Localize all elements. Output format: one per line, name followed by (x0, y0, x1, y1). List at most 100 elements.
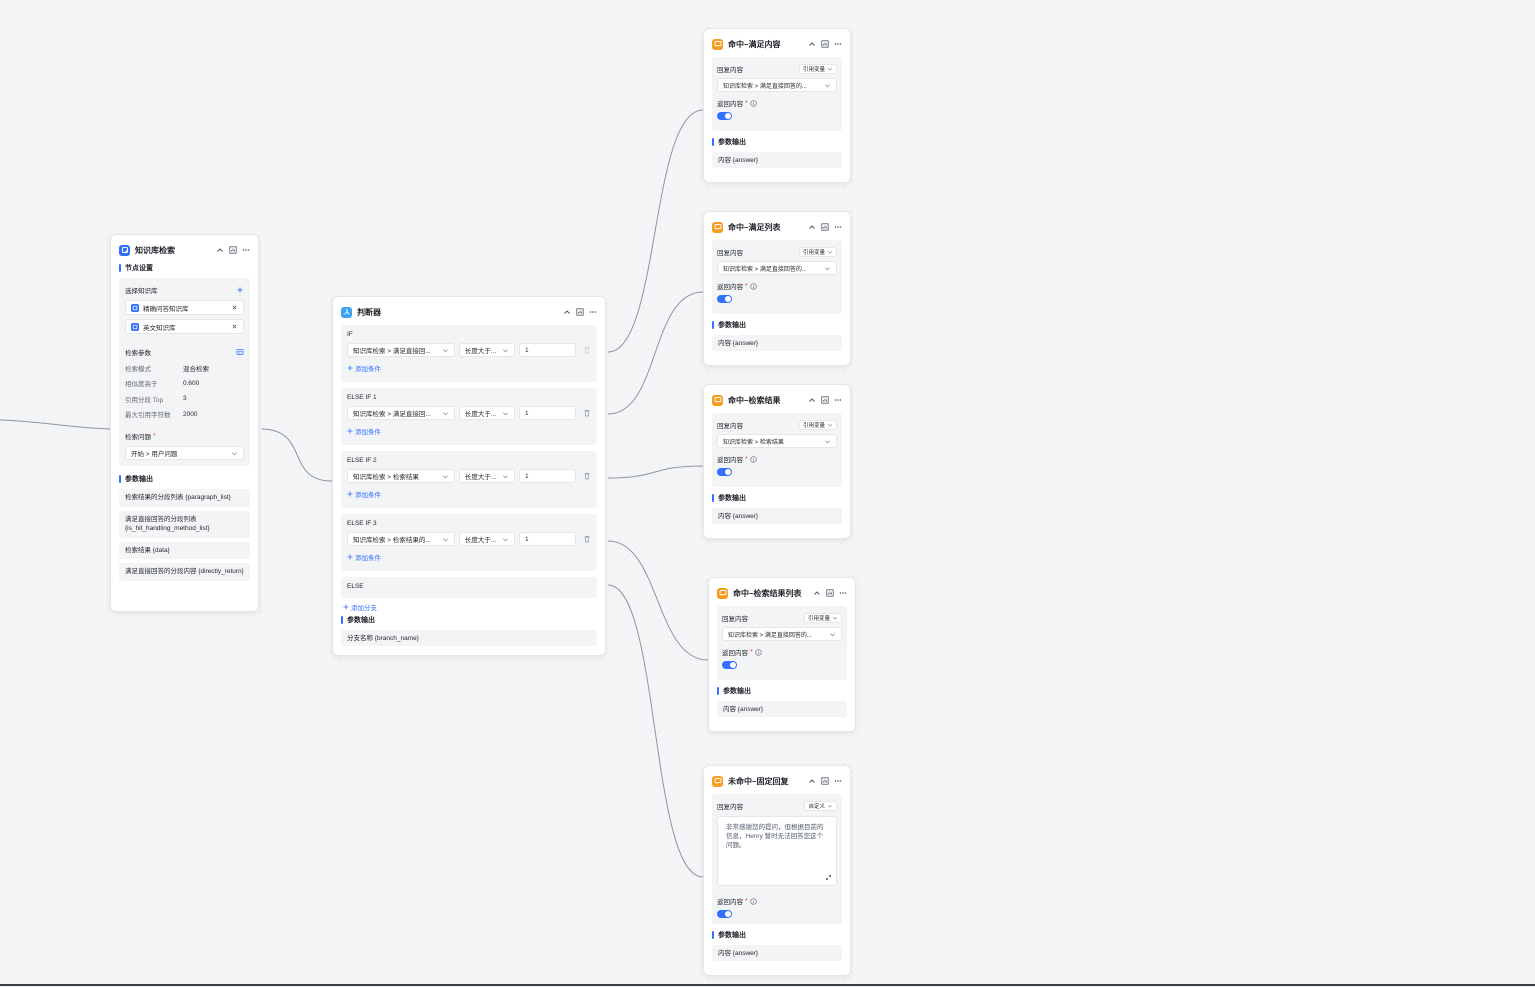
output-title: 参数输出 (717, 686, 847, 696)
delete-icon[interactable] (583, 535, 591, 543)
reply-node-3[interactable]: 命中–检索结果 回复内容 引用变量 知识库检索 > 检索结果 返回内容 * 参数输… (703, 384, 851, 539)
variable-select[interactable]: 知识库检索 > 检索结果 (717, 434, 837, 448)
value-input[interactable]: 1 (518, 532, 576, 546)
more-icon[interactable] (834, 40, 842, 48)
mode-select[interactable]: 引用变量 (798, 64, 837, 74)
run-log-icon[interactable] (821, 40, 829, 48)
reply-panel: 回复内容 引用变量 知识库检索 > 满足直接回答的... 返回内容 * (712, 240, 842, 314)
required-mark: * (750, 648, 753, 656)
edge-elseif3-to-reply-4 (607, 540, 709, 661)
condition-node[interactable]: 判断器 IF 知识库检索 > 满足直接回... 长度大于... 1 添加条件 E… (332, 296, 606, 656)
output-item: 内容 {answer} (712, 335, 842, 351)
select-value: 开始 > 用户问题 (131, 451, 178, 458)
remove-icon[interactable] (231, 304, 238, 311)
reply-label: 回复内容 (717, 804, 743, 811)
param-row: 检索模式 混合检索 (125, 360, 244, 376)
info-icon[interactable] (750, 282, 757, 290)
collapse-icon[interactable] (813, 589, 821, 597)
reply-node-1[interactable]: 命中–满足内容 回复内容 引用变量 知识库检索 > 满足直接回答的... 返回内… (703, 28, 851, 183)
info-icon[interactable] (755, 648, 762, 656)
add-condition-button[interactable]: 添加条件 (347, 363, 591, 373)
chevron-down-icon (502, 536, 509, 543)
run-log-icon[interactable] (821, 396, 829, 404)
branch-label: ELSE IF 2 (347, 457, 377, 464)
return-switch[interactable] (717, 910, 732, 918)
settings-icon[interactable] (236, 348, 244, 356)
value-input[interactable]: 1 (518, 343, 576, 357)
info-icon[interactable] (750, 455, 757, 463)
add-branch-button[interactable]: 添加分支 (343, 602, 595, 612)
run-log-icon[interactable] (826, 589, 834, 597)
variable-select[interactable]: 知识库检索 > 满足直接回答的... (717, 78, 837, 92)
return-switch[interactable] (717, 112, 732, 120)
more-icon[interactable] (839, 589, 847, 597)
collapse-icon[interactable] (808, 223, 816, 231)
reply-node-4[interactable]: 命中–检索结果列表 回复内容 引用变量 知识库检索 > 满足直接回答的... 返… (708, 577, 856, 732)
add-condition-button[interactable]: 添加条件 (347, 552, 591, 562)
field-select[interactable]: 知识库检索 > 满足直接回... (347, 343, 455, 357)
chevron-down-icon (442, 410, 449, 417)
variable-select[interactable]: 知识库检索 > 满足直接回答的... (717, 261, 837, 275)
mode-select[interactable]: 引用变量 (803, 613, 842, 623)
input-value: 1 (524, 346, 529, 354)
operator-select[interactable]: 长度大于... (458, 532, 515, 546)
params-label: 检索参数 (125, 350, 151, 357)
operator-select[interactable]: 长度大于... (458, 343, 515, 357)
expand-icon[interactable] (825, 874, 832, 881)
required-mark: * (151, 432, 156, 440)
input-value: 1 (524, 472, 529, 480)
workflow-canvas[interactable]: 知识库检索 节点设置 选择知识库 精确问答知识库 英文知识库 检索参数 检索模式… (0, 0, 1535, 987)
value-input[interactable]: 1 (518, 469, 576, 483)
mode-select[interactable]: 引用变量 (798, 420, 837, 430)
info-icon[interactable] (750, 897, 757, 905)
delete-icon[interactable] (583, 346, 591, 354)
question-select[interactable]: 开始 > 用户问题 (125, 446, 244, 460)
field-select[interactable]: 知识库检索 > 检索结果的... (347, 532, 455, 546)
remove-icon[interactable] (231, 323, 238, 330)
reply-node-2[interactable]: 命中–满足列表 回复内容 引用变量 知识库检索 > 满足直接回答的... 返回内… (703, 211, 851, 366)
collapse-icon[interactable] (808, 396, 816, 404)
return-switch[interactable] (722, 661, 737, 669)
fixed-reply-node[interactable]: 未命中–固定回复 回复内容 自定义 非常感谢您的提问，但根据目前的信息，Henr… (703, 765, 851, 976)
reply-label: 回复内容 (717, 250, 743, 257)
more-icon[interactable] (242, 246, 250, 254)
more-icon[interactable] (834, 396, 842, 404)
variable-select[interactable]: 知识库检索 > 满足直接回答的... (722, 627, 842, 641)
return-switch[interactable] (717, 468, 732, 476)
kb-search-node[interactable]: 知识库检索 节点设置 选择知识库 精确问答知识库 英文知识库 检索参数 检索模式… (110, 234, 259, 612)
delete-icon[interactable] (583, 472, 591, 480)
field-select[interactable]: 知识库检索 > 检索结果 (347, 469, 455, 483)
add-kb-icon[interactable] (236, 286, 244, 294)
run-log-icon[interactable] (576, 308, 584, 316)
more-icon[interactable] (834, 223, 842, 231)
add-condition-label: 添加条件 (355, 429, 381, 436)
value-input[interactable]: 1 (518, 406, 576, 420)
more-icon[interactable] (589, 308, 597, 316)
info-icon[interactable] (750, 99, 757, 107)
select-value: 知识库检索 > 满足直接回答的... (723, 83, 807, 90)
collapse-icon[interactable] (563, 308, 571, 316)
output-item: 内容 {answer} (712, 508, 842, 524)
param-key: 引用分段 Top (125, 396, 164, 404)
delete-icon[interactable] (583, 409, 591, 417)
kb-item[interactable]: 精确问答知识库 (125, 300, 244, 315)
operator-select[interactable]: 长度大于... (458, 469, 515, 483)
mode-select[interactable]: 引用变量 (798, 247, 837, 257)
reply-textarea[interactable]: 非常感谢您的提问，但根据目前的信息，Henry 暂时无法回答您这个问题。 (717, 816, 837, 886)
chevron-down-icon (827, 66, 833, 72)
operator-select[interactable]: 长度大于... (458, 406, 515, 420)
kb-item[interactable]: 英文知识库 (125, 319, 244, 334)
add-condition-button[interactable]: 添加条件 (347, 489, 591, 499)
add-condition-button[interactable]: 添加条件 (347, 426, 591, 436)
run-log-icon[interactable] (821, 777, 829, 785)
collapse-icon[interactable] (808, 40, 816, 48)
chevron-down-icon (824, 82, 831, 89)
collapse-icon[interactable] (216, 246, 224, 254)
run-log-icon[interactable] (821, 223, 829, 231)
collapse-icon[interactable] (808, 777, 816, 785)
mode-select[interactable]: 自定义 (804, 801, 837, 811)
more-icon[interactable] (834, 777, 842, 785)
run-log-icon[interactable] (229, 246, 237, 254)
return-switch[interactable] (717, 295, 732, 303)
field-select[interactable]: 知识库检索 > 满足直接回... (347, 406, 455, 420)
